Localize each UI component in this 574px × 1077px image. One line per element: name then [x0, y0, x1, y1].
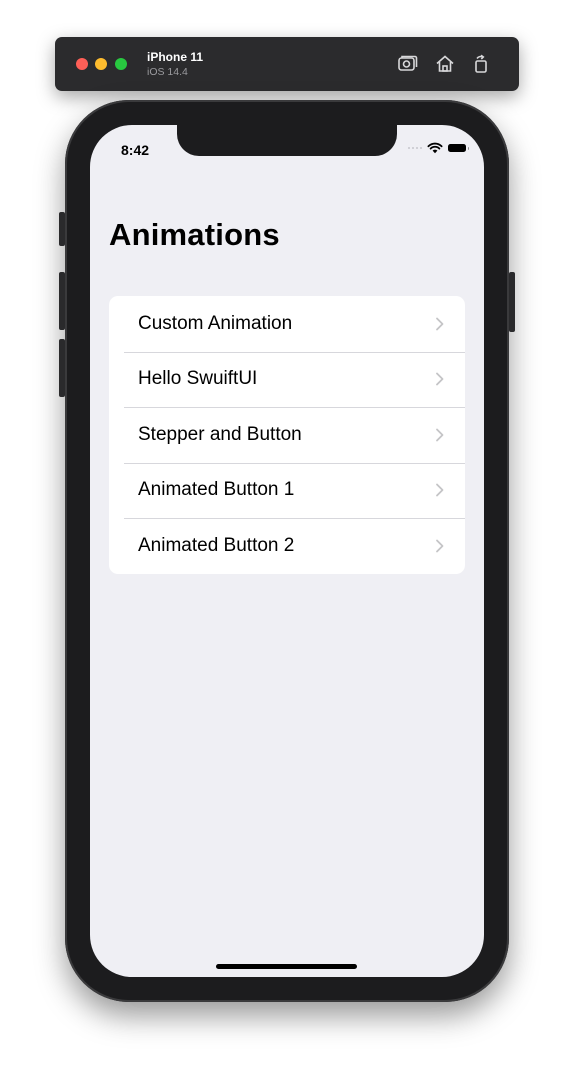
chevron-right-icon [436, 539, 444, 553]
list-item-label: Animated Button 2 [138, 534, 295, 556]
notch [177, 125, 397, 156]
chevron-right-icon [436, 317, 444, 331]
device-screen: 8:42 Animations Custom Animation Hello S… [90, 125, 484, 977]
navigation-list: Custom Animation Hello SwuiftUI Stepper … [109, 296, 465, 574]
minimize-window-button[interactable] [95, 58, 107, 70]
list-item-label: Hello SwuiftUI [138, 368, 258, 390]
close-window-button[interactable] [76, 58, 88, 70]
mute-switch[interactable] [59, 212, 65, 246]
list-item-label: Custom Animation [138, 312, 293, 334]
list-item-stepper-and-button[interactable]: Stepper and Button [109, 407, 465, 463]
chevron-right-icon [436, 483, 444, 497]
device-name: iPhone 11 [147, 50, 204, 64]
volume-down-button[interactable] [59, 339, 65, 397]
list-item-label: Stepper and Button [138, 423, 302, 445]
simulator-title-bar: iPhone 11 iOS 14.4 [55, 37, 519, 91]
status-icons [407, 142, 469, 154]
chevron-right-icon [436, 372, 444, 386]
list-item-label: Animated Button 1 [138, 479, 295, 501]
cellular-signal-icon [407, 146, 422, 150]
chevron-right-icon [436, 428, 444, 442]
volume-up-button[interactable] [59, 272, 65, 330]
battery-icon [448, 144, 469, 152]
zoom-window-button[interactable] [115, 58, 127, 70]
page-title: Animations [109, 217, 280, 252]
home-icon[interactable] [433, 52, 457, 76]
rotate-icon[interactable] [469, 52, 493, 76]
list-item-animated-button-1[interactable]: Animated Button 1 [109, 462, 465, 519]
list-item-custom-animation[interactable]: Custom Animation [109, 296, 465, 352]
home-indicator[interactable] [216, 964, 357, 969]
list-item-animated-button-2[interactable]: Animated Button 2 [109, 518, 465, 574]
wifi-icon [427, 142, 443, 154]
side-button[interactable] [509, 272, 515, 332]
status-time: 8:42 [121, 142, 150, 158]
screenshot-icon[interactable] [395, 52, 419, 76]
os-version: iOS 14.4 [147, 66, 188, 78]
list-item-hello-swiftui[interactable]: Hello SwuiftUI [109, 351, 465, 408]
